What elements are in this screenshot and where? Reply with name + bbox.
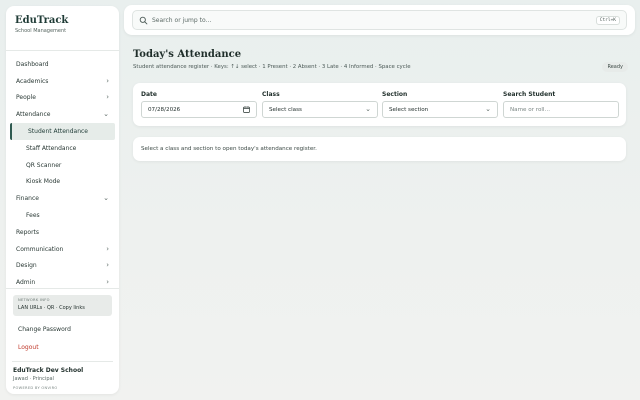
info-message: Select a class and section to open today… bbox=[141, 146, 317, 152]
divider bbox=[6, 288, 119, 289]
network-info-panel[interactable]: NETWORK INFO LAN URLs · QR · Copy links bbox=[13, 295, 112, 316]
section-select-value: Select section bbox=[389, 106, 429, 113]
status-badge: Ready bbox=[602, 62, 628, 72]
sidebar-item-design[interactable]: Design › bbox=[10, 258, 115, 275]
search-icon bbox=[139, 16, 148, 24]
sidebar-item-fees[interactable]: Fees bbox=[10, 207, 115, 224]
sidebar-item-label: Admin bbox=[16, 279, 36, 287]
date-value: 07/28/2026 bbox=[148, 106, 181, 113]
sidebar-item-label: Student Attendance bbox=[28, 128, 89, 136]
sidebar-item-finance[interactable]: Finance ⌄ bbox=[10, 190, 115, 207]
sidebar-item-dashboard[interactable]: Dashboard bbox=[10, 56, 115, 73]
school-name: EduTrack Dev School bbox=[13, 367, 84, 374]
sidebar-item-attendance[interactable]: Attendance ⌄ bbox=[10, 106, 115, 123]
sidebar: EduTrack School Management Dashboard Aca… bbox=[6, 6, 119, 394]
logout-link[interactable]: Logout bbox=[18, 344, 39, 351]
sidebar-item-reports[interactable]: Reports bbox=[10, 224, 115, 241]
sidebar-item-staff-attendance[interactable]: Staff Attendance bbox=[10, 140, 115, 157]
sidebar-item-label: Dashboard bbox=[16, 60, 49, 68]
sidebar-item-communication[interactable]: Communication › bbox=[10, 241, 115, 258]
date-field: Date 07/28/2026 bbox=[141, 91, 257, 118]
network-info-text: LAN URLs · QR · Copy links bbox=[18, 305, 85, 311]
sidebar-item-label: Staff Attendance bbox=[26, 144, 77, 152]
sidebar-item-student-attendance[interactable]: Student Attendance bbox=[10, 123, 115, 140]
chevron-right-icon: › bbox=[106, 76, 109, 85]
brand-subtitle: School Management bbox=[15, 28, 67, 34]
section-field: Section Select section ⌄ bbox=[382, 91, 498, 118]
current-user: Jawad · Principal bbox=[13, 376, 54, 382]
sidebar-nav: Dashboard Academics › People › Attendanc… bbox=[10, 56, 115, 291]
top-bar: Search or jump to… Ctrl+K bbox=[124, 5, 635, 35]
divider bbox=[12, 361, 113, 362]
section-select[interactable]: Select section ⌄ bbox=[382, 101, 498, 118]
change-password-link[interactable]: Change Password bbox=[18, 326, 71, 333]
sidebar-item-label: Reports bbox=[16, 228, 40, 236]
page-title: Today's Attendance bbox=[133, 49, 242, 60]
sidebar-item-label: Design bbox=[16, 262, 37, 270]
info-card: Select a class and section to open today… bbox=[133, 137, 626, 161]
search-student-input[interactable]: Name or roll… bbox=[503, 101, 619, 118]
global-search-input[interactable]: Search or jump to… Ctrl+K bbox=[132, 10, 627, 30]
divider bbox=[6, 50, 119, 51]
school-info: EduTrack Dev School Jawad · Principal PO… bbox=[13, 367, 83, 390]
sidebar-item-label: Finance bbox=[16, 195, 39, 203]
brand: EduTrack School Management bbox=[15, 15, 68, 34]
date-input[interactable]: 07/28/2026 bbox=[141, 101, 257, 118]
keyboard-shortcut-hint: Ctrl+K bbox=[595, 15, 620, 25]
sidebar-item-label: QR Scanner bbox=[26, 161, 62, 169]
sidebar-item-label: Communication bbox=[16, 245, 64, 253]
page-subtitle: Student attendance register · Keys: ↑↓ s… bbox=[133, 64, 411, 70]
sidebar-item-people[interactable]: People › bbox=[10, 90, 115, 107]
search-student-placeholder: Name or roll… bbox=[510, 106, 551, 113]
sidebar-item-label: People bbox=[16, 94, 36, 102]
section-label: Section bbox=[382, 91, 408, 98]
powered-by: POWERED BY ONVIRO bbox=[13, 386, 58, 390]
sidebar-item-qr-scanner[interactable]: QR Scanner bbox=[10, 157, 115, 174]
class-label: Class bbox=[262, 91, 280, 98]
sidebar-item-label: Academics bbox=[16, 77, 49, 85]
sidebar-item-label: Attendance bbox=[16, 111, 51, 119]
class-select[interactable]: Select class ⌄ bbox=[262, 101, 378, 118]
chevron-down-icon: ⌄ bbox=[485, 105, 491, 113]
chevron-down-icon: ⌄ bbox=[103, 194, 109, 203]
class-select-value: Select class bbox=[269, 106, 302, 113]
sidebar-item-academics[interactable]: Academics › bbox=[10, 73, 115, 90]
chevron-down-icon: ⌄ bbox=[103, 110, 109, 119]
sidebar-item-kiosk-mode[interactable]: Kiosk Mode bbox=[10, 174, 115, 191]
chevron-right-icon: › bbox=[106, 261, 109, 270]
chevron-right-icon: › bbox=[106, 278, 109, 287]
chevron-down-icon: ⌄ bbox=[365, 105, 371, 113]
search-student-label: Search Student bbox=[503, 91, 556, 98]
search-placeholder: Search or jump to… bbox=[152, 16, 212, 24]
brand-title: EduTrack bbox=[15, 15, 69, 26]
search-student-field: Search Student Name or roll… bbox=[503, 91, 619, 118]
chevron-right-icon: › bbox=[106, 93, 109, 102]
chevron-right-icon: › bbox=[106, 244, 109, 253]
sidebar-item-label: Fees bbox=[26, 212, 40, 220]
calendar-icon[interactable] bbox=[243, 106, 250, 113]
filters-card: Date 07/28/2026 Class Select class ⌄ Sec… bbox=[133, 83, 626, 126]
network-info-title: NETWORK INFO bbox=[18, 298, 50, 302]
class-field: Class Select class ⌄ bbox=[262, 91, 378, 118]
date-label: Date bbox=[141, 91, 157, 98]
sidebar-item-label: Kiosk Mode bbox=[26, 178, 61, 186]
